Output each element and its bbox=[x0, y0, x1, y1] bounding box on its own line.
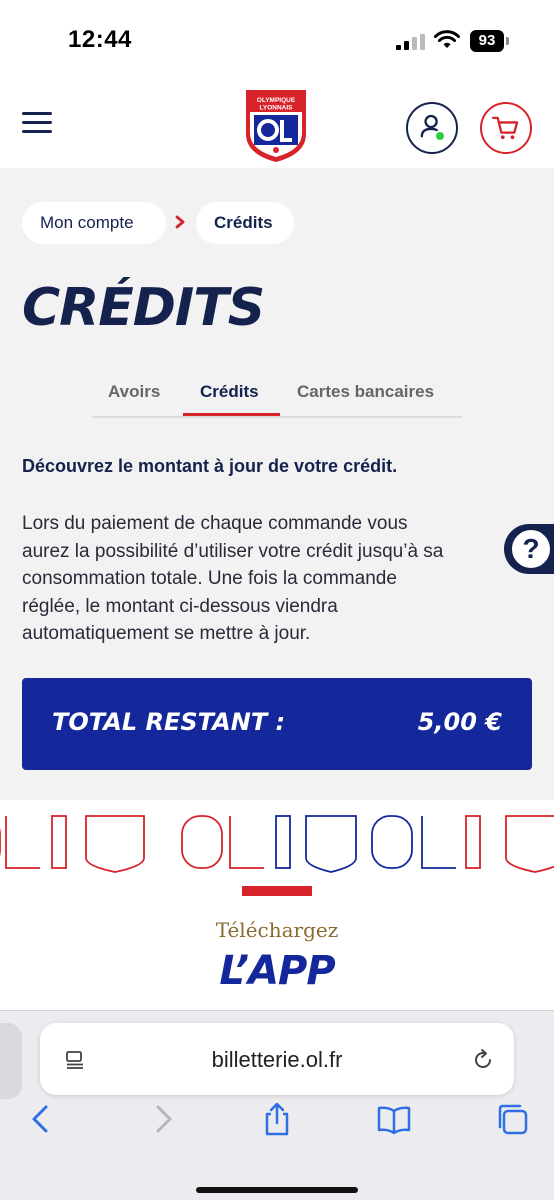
app-promo: Téléchargez L’APP bbox=[0, 884, 554, 1010]
cart-icon bbox=[491, 116, 519, 140]
app-promo-pretitle: Téléchargez bbox=[215, 918, 339, 942]
cart-button[interactable] bbox=[480, 102, 532, 154]
chevron-right-icon bbox=[175, 215, 185, 229]
page-title: CRÉDITS bbox=[22, 278, 265, 338]
description-line: automatiquement se mettre à jour. bbox=[22, 623, 311, 644]
safari-toolbar: billetterie.ol.fr bbox=[0, 1010, 554, 1200]
account-button[interactable] bbox=[406, 102, 458, 154]
total-remaining-card: TOTAL RESTANT : 5,00 € bbox=[22, 678, 532, 770]
site-header: OLYMPIQUE LYONNAIS bbox=[0, 80, 554, 168]
share-icon[interactable] bbox=[259, 1101, 295, 1137]
question-mark-icon: ? bbox=[510, 528, 552, 570]
ol-decorative-banner bbox=[0, 800, 554, 884]
battery-icon: 93 bbox=[470, 30, 510, 52]
bookmarks-icon[interactable] bbox=[376, 1101, 412, 1137]
forward-icon[interactable] bbox=[144, 1101, 180, 1137]
tab-avoirs[interactable]: Avoirs bbox=[108, 382, 160, 402]
tabs-divider bbox=[92, 416, 462, 418]
description-line: aurez la possibilité d’utiliser votre cr… bbox=[22, 540, 444, 562]
reload-icon[interactable] bbox=[470, 1047, 496, 1073]
logo-text-line-1: OLYMPIQUE bbox=[257, 97, 296, 104]
tabs-icon[interactable] bbox=[494, 1101, 530, 1137]
cellular-signal-icon bbox=[396, 34, 425, 50]
breadcrumb-mon-compte[interactable]: Mon compte bbox=[22, 202, 166, 244]
tab-credits[interactable]: Crédits bbox=[200, 382, 259, 402]
active-tab-indicator bbox=[183, 413, 280, 416]
logo-text-line-2: LYONNAIS bbox=[260, 105, 294, 112]
credit-intro-heading: Découvrez le montant à jour de votre cré… bbox=[22, 456, 398, 476]
description-line: Lors du paiement de chaque commande vous bbox=[22, 513, 408, 534]
home-indicator bbox=[196, 1187, 358, 1193]
status-bar: 12:44 93 bbox=[0, 0, 554, 80]
hamburger-menu-button[interactable] bbox=[22, 112, 52, 136]
online-status-dot bbox=[434, 130, 446, 142]
previous-tab-preview[interactable] bbox=[0, 1023, 22, 1099]
battery-level: 93 bbox=[470, 30, 504, 52]
description-line: réglée, le montant ci-dessous viendra bbox=[22, 595, 338, 617]
url-text: billetterie.ol.fr bbox=[211, 1047, 343, 1072]
app-promo-accent bbox=[242, 886, 312, 896]
ol-pattern-graphic bbox=[0, 815, 554, 873]
total-remaining-label: TOTAL RESTANT : bbox=[52, 708, 286, 736]
breadcrumb-credits: Crédits bbox=[196, 202, 294, 244]
user-icon bbox=[420, 114, 439, 138]
ol-logo[interactable]: OLYMPIQUE LYONNAIS bbox=[244, 88, 308, 164]
wifi-icon bbox=[434, 30, 460, 48]
credit-description: Lors du paiement de chaque commande vous… bbox=[22, 510, 522, 648]
back-icon[interactable] bbox=[24, 1101, 60, 1137]
app-promo-title[interactable]: L’APP bbox=[0, 948, 554, 994]
tab-cartes-bancaires[interactable]: Cartes bancaires bbox=[297, 382, 434, 402]
total-remaining-value: 5,00 € bbox=[417, 708, 502, 736]
address-bar[interactable]: billetterie.ol.fr bbox=[40, 1023, 514, 1095]
description-line: consommation totale. Une fois la command… bbox=[22, 568, 397, 589]
status-time: 12:44 bbox=[68, 26, 132, 53]
help-button[interactable]: ? bbox=[504, 524, 554, 574]
